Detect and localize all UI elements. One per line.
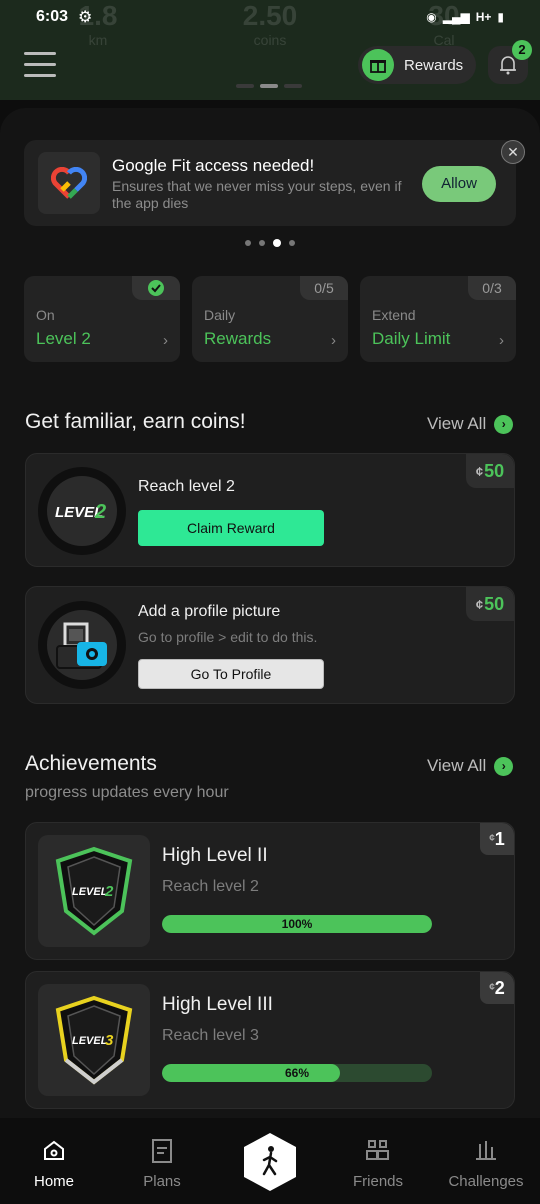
network-type: H+ [475,10,492,24]
level-badge-num: 2 [94,501,106,523]
shield-level-num: 2 [104,883,114,900]
familiar-view-all[interactable]: View All › [427,414,514,434]
coin-amount: 50 [484,593,505,614]
tile-level-caption: On [36,307,55,323]
coin-amount: 1 [494,829,505,849]
google-fit-logo-icon [38,152,100,214]
coin-symbol: ¢ [475,463,484,479]
google-fit-card: Google Fit access needed! Ensures that w… [24,140,516,226]
tile-rewards-label: Rewards [204,329,272,348]
rewards-label: Rewards [404,56,464,74]
gift-icon [362,49,394,81]
progress-bar: 100% [162,915,432,933]
level-badge: LEVEL 2 [38,467,126,555]
nav-friends[interactable]: Friends [324,1118,432,1204]
chevron-right-icon: › [331,332,336,349]
friends-icon [366,1140,389,1160]
profile-picture-badge [38,601,126,689]
arrow-right-icon: › [494,756,514,776]
claim-reward-button[interactable]: Claim Reward [138,510,324,546]
plans-icon [152,1139,172,1163]
settings-gear-icon: ⚙ [78,9,93,26]
close-icon[interactable]: ✕ [501,140,525,164]
chevron-right-icon: › [499,332,504,349]
tile-level[interactable]: On Level 2 › [24,276,180,362]
home-icon [44,1140,64,1160]
tile-progress-tag: 0/5 [300,276,348,300]
arrow-right-icon: › [494,414,514,434]
fit-subtitle: Ensures that we never miss your steps, e… [112,178,402,211]
nav-challenges-label: Challenges [448,1173,524,1190]
notification-badge: 2 [512,40,532,60]
task-reach-level: LEVEL 2 ¢ 50 Reach level 2 Claim Reward [25,453,515,567]
coin-reward: ¢ 50 [466,587,514,621]
achievement-title: High Level II [162,845,268,866]
status-bar: 6:03 ⚙ ◉ ▂▄▆ H+ ▮ [0,0,540,34]
menu-icon[interactable] [24,52,56,78]
tile-extend-label: Daily Limit [372,329,451,348]
achievement-desc: Reach level 3 [162,1027,259,1044]
achievements-subtitle: progress updates every hour [25,784,229,801]
camera-icon [56,622,107,669]
chevron-right-icon: › [163,332,168,349]
familiar-title: Get familiar, earn coins! [25,410,246,433]
allow-button[interactable]: Allow [422,166,496,202]
done-check-icon [132,276,180,300]
view-all-label: View All [427,414,487,433]
tile-extend-caption: Extend [372,307,416,323]
coin-reward: ¢2 [480,972,514,1004]
carousel-dots [245,239,295,247]
challenges-icon [476,1141,496,1160]
achievement-card[interactable]: LEVEL 3 ¢2 High Level III Reach level 3 6… [25,971,515,1109]
go-to-profile-button[interactable]: Go To Profile [138,659,324,689]
coin-reward: ¢1 [480,823,514,855]
coin-reward: ¢ 50 [466,454,514,488]
nav-plans-label: Plans [143,1173,181,1190]
achievement-card[interactable]: LEVEL 2 ¢1 High Level II Reach level 2 10… [25,822,515,960]
achievement-title: High Level III [162,994,273,1015]
tile-extend-limit[interactable]: 0/3 Extend Daily Limit › [360,276,516,362]
battery-icon: ▮ [497,10,504,24]
rewards-button[interactable]: Rewards [358,46,476,84]
tile-level-label: Level 2 [36,329,91,348]
quick-tiles: On Level 2 › 0/5 Daily Rewards › 0/3 Ext… [24,276,516,362]
view-all-label: View All [427,756,487,775]
task-title: Reach level 2 [138,478,235,495]
nav-challenges[interactable]: Challenges [432,1118,540,1204]
achievement-desc: Reach level 2 [162,878,259,895]
tile-daily-rewards[interactable]: 0/5 Daily Rewards › [192,276,348,362]
progress-bar: 66% [162,1064,432,1082]
task-title: Add a profile picture [138,603,281,620]
achievements-title: Achievements [25,752,157,775]
stats-pager [236,84,302,88]
status-icons: ◉ ▂▄▆ H+ ▮ [426,10,504,24]
signal-icon: ▂▄▆ [442,10,470,24]
coin-symbol: ¢ [475,596,484,612]
progress-label: 100% [281,917,313,931]
shield-badge-icon: LEVEL 2 [38,835,150,947]
notifications-button[interactable]: 2 [488,40,532,84]
fit-title: Google Fit access needed! [112,156,315,175]
tile-progress-tag: 0/3 [468,276,516,300]
status-time: 6:03 [36,8,69,25]
svg-text:LEVEL: LEVEL [72,886,108,898]
svg-text:LEVEL: LEVEL [72,1035,108,1047]
shield-level-num: 3 [105,1032,114,1049]
achievements-view-all[interactable]: View All › [427,756,514,776]
task-profile-picture: ¢ 50 Add a profile picture Go to profile … [25,586,515,704]
tile-rewards-caption: Daily [204,307,236,323]
nav-home[interactable]: Home [0,1118,108,1204]
shield-badge-icon: LEVEL 3 [38,984,150,1096]
progress-label: 66% [284,1066,310,1080]
nav-home-label: Home [33,1173,74,1190]
coin-amount: 2 [494,978,505,998]
top-header: 1.8 km 2.50 coins 30 Cal 6:03 ⚙ ◉ ▂▄▆ H+ ▮ … [0,0,540,100]
coin-amount: 50 [484,460,505,481]
wifi-icon: ◉ [426,10,437,24]
walk-fab-button[interactable] [242,1132,298,1192]
nav-plans[interactable]: Plans [108,1118,216,1204]
nav-friends-label: Friends [352,1173,404,1190]
home-sheet: Google Fit access needed! Ensures that w… [0,108,540,1118]
task-desc: Go to profile > edit to do this. [138,629,318,645]
